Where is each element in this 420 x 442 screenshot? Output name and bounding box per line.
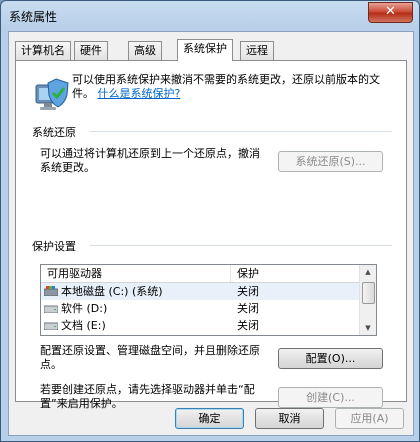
system-restore-heading: 系统还原	[32, 126, 76, 139]
system-protection-panel: 可以使用系统保护来撤消不需要的系统更改，还原以前版本的文件。 什么是系统保护? …	[15, 60, 407, 410]
drive-list[interactable]: 可用驱动器 保护 本地磁盘 (C:) (系统) 关闭 软件 (D:) 关闭 文档…	[40, 264, 377, 336]
scroll-thumb[interactable]	[362, 282, 375, 304]
protection-settings-divider	[90, 245, 392, 246]
scroll-up-arrow-icon[interactable]: ▲	[362, 266, 374, 278]
intro-text: 可以使用系统保护来撤消不需要的系统更改，还原以前版本的文件。 什么是系统保护?	[72, 73, 392, 101]
drive-name: 本地磁盘 (C:) (系统)	[61, 285, 163, 298]
column-protection[interactable]: 保护	[231, 265, 359, 282]
drive-protection-status: 关闭	[237, 319, 259, 332]
cancel-button[interactable]: 取消	[255, 408, 324, 429]
drive-row-e[interactable]: 文档 (E:) 关闭	[41, 317, 359, 334]
what-is-system-protection-link[interactable]: 什么是系统保护?	[98, 87, 181, 100]
drive-row-c[interactable]: 本地磁盘 (C:) (系统) 关闭	[41, 283, 359, 300]
window-title: 系统属性	[9, 10, 58, 24]
apply-button[interactable]: 应用(A)	[335, 408, 404, 429]
system-protection-icon	[35, 78, 69, 110]
protection-settings-heading: 保护设置	[32, 240, 76, 253]
drive-list-scrollbar[interactable]: ▲ ▼	[359, 265, 376, 335]
column-available-drives[interactable]: 可用驱动器	[41, 265, 231, 282]
tab-hardware[interactable]: 硬件	[74, 41, 108, 60]
tab-system-protection[interactable]: 系统保护	[177, 39, 233, 61]
tab-remote[interactable]: 远程	[240, 41, 274, 60]
title-bar[interactable]: 系统属性 ✕	[1, 1, 419, 31]
system-drive-icon	[44, 286, 58, 296]
system-restore-description: 可以通过将计算机还原到上一个还原点，撤消系统更改。	[40, 147, 260, 174]
drive-list-header: 可用驱动器 保护	[41, 265, 359, 283]
configure-button[interactable]: 配置(O)...	[278, 348, 383, 369]
create-description: 若要创建还原点，请先选择驱动器并单击“配置”来启用保护。	[40, 383, 255, 410]
drive-protection-status: 关闭	[237, 302, 259, 315]
scroll-down-arrow-icon[interactable]: ▼	[362, 322, 374, 334]
system-properties-window: 系统属性 ✕ 计算机名 硬件 高级 系统保护 远程 可以使用系统保护来撤消不需要…	[0, 0, 420, 442]
tab-advanced[interactable]: 高级	[128, 41, 162, 60]
close-button[interactable]: ✕	[368, 2, 413, 23]
drive-icon	[44, 305, 58, 313]
tab-computer-name[interactable]: 计算机名	[15, 41, 71, 60]
system-restore-divider	[90, 131, 392, 132]
drive-name: 软件 (D:)	[61, 302, 108, 315]
ok-button[interactable]: 确定	[175, 408, 244, 429]
drive-icon	[44, 322, 58, 330]
dialog-client-area: 计算机名 硬件 高级 系统保护 远程 可以使用系统保护来撤消不需要的系统更改，还…	[8, 31, 414, 436]
create-button[interactable]: 创建(C)...	[278, 387, 383, 408]
drive-name: 文档 (E:)	[61, 319, 106, 332]
drive-row-d[interactable]: 软件 (D:) 关闭	[41, 300, 359, 317]
close-icon: ✕	[385, 4, 396, 19]
configure-description: 配置还原设置、管理磁盘空间，并且删除还原点。	[40, 344, 260, 371]
drive-protection-status: 关闭	[237, 285, 259, 298]
system-restore-button[interactable]: 系统还原(S)...	[278, 151, 383, 172]
